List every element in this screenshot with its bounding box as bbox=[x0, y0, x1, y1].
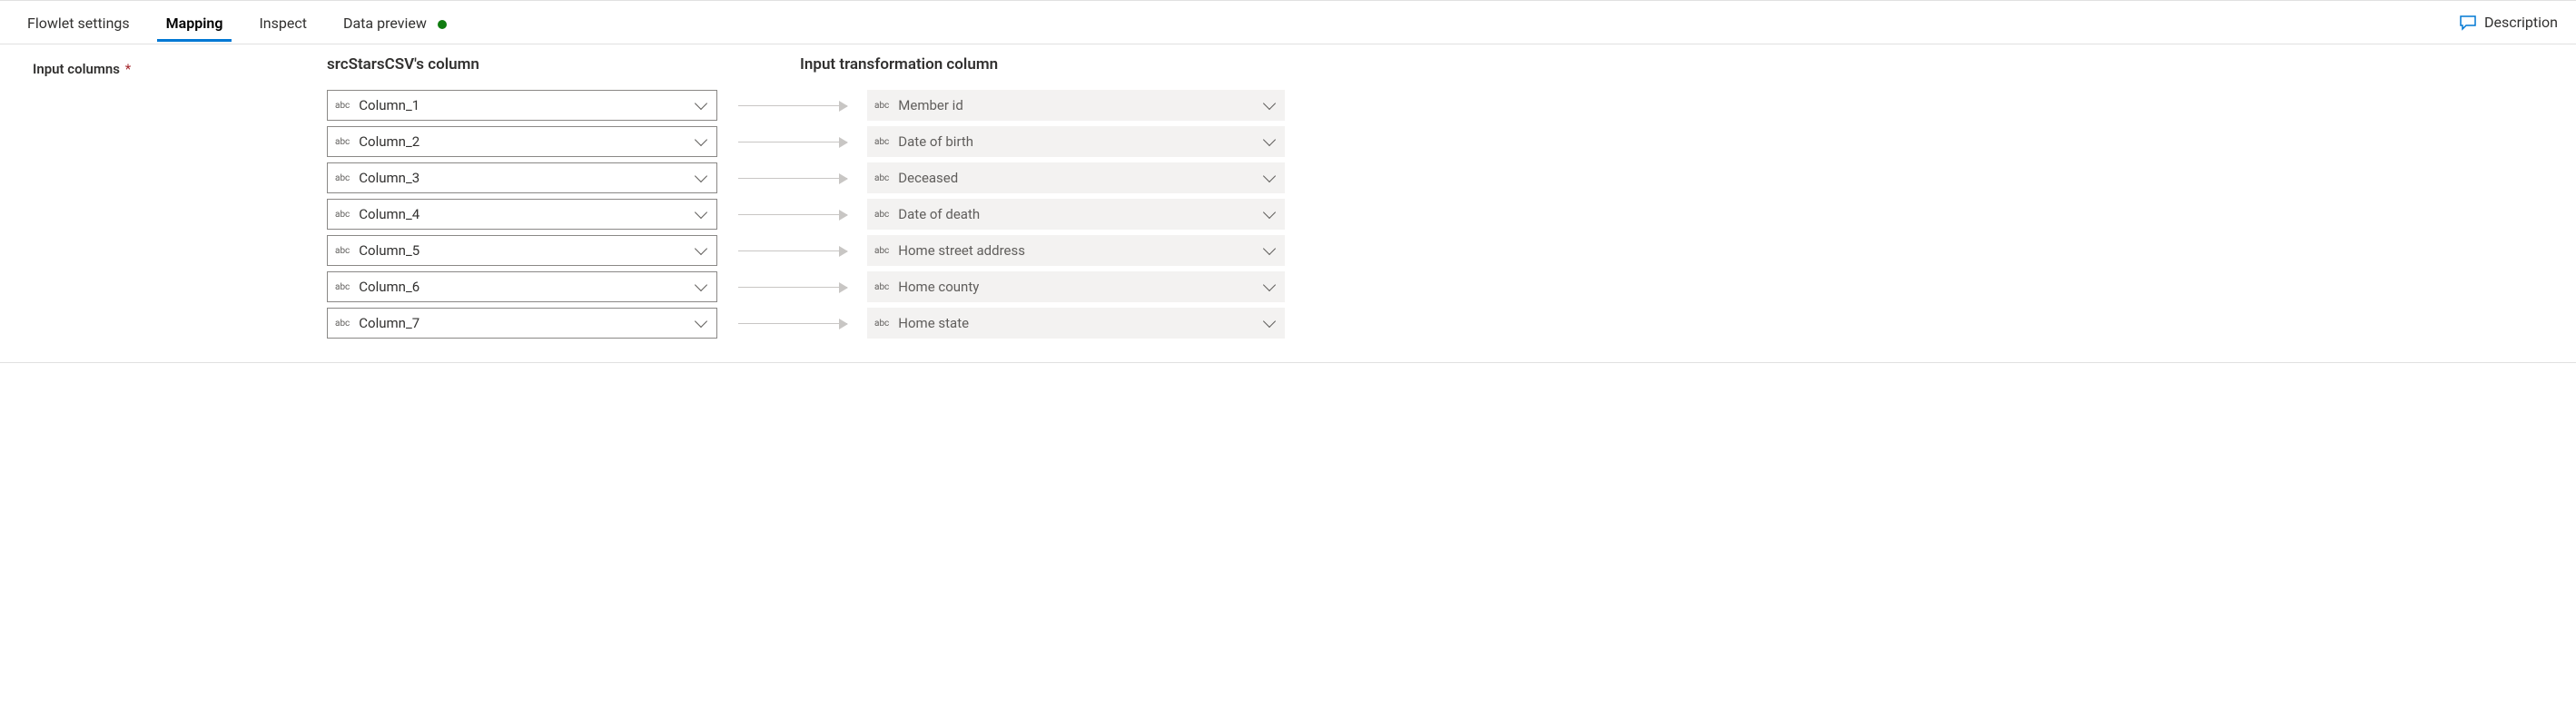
source-column-value: Column_3 bbox=[359, 170, 696, 186]
arrow-right-icon bbox=[738, 214, 847, 215]
tab-data-preview-label: Data preview bbox=[343, 15, 427, 32]
mapping-headers: srcStarsCSV's column Input transformatio… bbox=[245, 55, 2540, 74]
target-column-dropdown[interactable]: abc Home street address bbox=[867, 235, 1285, 266]
arrow-right-icon bbox=[738, 323, 847, 324]
tab-data-preview[interactable]: Data preview bbox=[325, 4, 465, 41]
type-indicator: abc bbox=[874, 137, 889, 147]
mapping-panel: Flowlet settings Mapping Inspect Data pr… bbox=[0, 0, 2576, 363]
comment-icon bbox=[2459, 15, 2477, 31]
source-column-dropdown[interactable]: abc Column_4 bbox=[327, 199, 717, 230]
data-preview-status-dot bbox=[438, 20, 447, 29]
target-column-value: Date of death bbox=[898, 206, 1265, 222]
arrow-right-icon bbox=[738, 287, 847, 288]
type-indicator: abc bbox=[335, 101, 350, 111]
type-indicator: abc bbox=[874, 210, 889, 220]
mapping-arrow-cell bbox=[717, 323, 867, 324]
target-column-dropdown[interactable]: abc Home county bbox=[867, 271, 1285, 302]
chevron-down-icon bbox=[1263, 206, 1276, 219]
source-column-header: srcStarsCSV's column bbox=[245, 55, 645, 74]
target-column-value: Date of birth bbox=[898, 133, 1265, 150]
chevron-down-icon bbox=[1263, 133, 1276, 146]
target-column-dropdown[interactable]: abc Date of death bbox=[867, 199, 1285, 230]
chevron-down-icon bbox=[1263, 279, 1276, 291]
mapping-arrow-cell bbox=[717, 178, 867, 179]
target-column-header: Input transformation column bbox=[795, 55, 1212, 74]
mapping-body: Input columns * srcStarsCSV's column Inp… bbox=[0, 44, 2576, 362]
description-button[interactable]: Description bbox=[2450, 14, 2567, 31]
arrow-right-icon bbox=[738, 105, 847, 106]
type-indicator: abc bbox=[874, 173, 889, 183]
source-column-value: Column_4 bbox=[359, 206, 696, 222]
arrow-right-icon bbox=[738, 250, 847, 251]
mapping-arrow-cell bbox=[717, 287, 867, 288]
type-indicator: abc bbox=[335, 173, 350, 183]
type-indicator: abc bbox=[874, 101, 889, 111]
target-column-dropdown[interactable]: abc Deceased bbox=[867, 162, 1285, 193]
tabs-row: Flowlet settings Mapping Inspect Data pr… bbox=[0, 1, 2576, 44]
source-column-value: Column_2 bbox=[359, 133, 696, 150]
tab-flowlet-settings[interactable]: Flowlet settings bbox=[9, 4, 148, 41]
target-column-value: Home state bbox=[898, 315, 1265, 331]
source-column-dropdown[interactable]: abc Column_5 bbox=[327, 235, 717, 266]
mapping-row: abc Column_7 abc Home state bbox=[245, 308, 2540, 339]
target-column-value: Member id bbox=[898, 97, 1265, 113]
tab-mapping[interactable]: Mapping bbox=[148, 4, 242, 41]
source-column-dropdown[interactable]: abc Column_6 bbox=[327, 271, 717, 302]
type-indicator: abc bbox=[335, 137, 350, 147]
chevron-down-icon bbox=[695, 279, 707, 291]
mapping-row: abc Column_6 abc Home county bbox=[245, 271, 2540, 302]
type-indicator: abc bbox=[874, 282, 889, 292]
mapping-area: srcStarsCSV's column Input transformatio… bbox=[245, 55, 2576, 362]
chevron-down-icon bbox=[1263, 315, 1276, 328]
chevron-down-icon bbox=[695, 170, 707, 182]
description-label: Description bbox=[2484, 14, 2558, 31]
target-column-value: Deceased bbox=[898, 170, 1265, 186]
required-indicator: * bbox=[125, 61, 131, 77]
source-column-value: Column_1 bbox=[359, 97, 696, 113]
chevron-down-icon bbox=[695, 206, 707, 219]
source-column-dropdown[interactable]: abc Column_3 bbox=[327, 162, 717, 193]
mapping-row: abc Column_3 abc Deceased bbox=[245, 162, 2540, 193]
chevron-down-icon bbox=[1263, 97, 1276, 110]
source-column-dropdown[interactable]: abc Column_7 bbox=[327, 308, 717, 339]
source-column-value: Column_7 bbox=[359, 315, 696, 331]
mapping-row: abc Column_2 abc Date of birth bbox=[245, 126, 2540, 157]
input-columns-label: Input columns * bbox=[0, 55, 245, 362]
chevron-down-icon bbox=[695, 242, 707, 255]
mapping-arrow-cell bbox=[717, 105, 867, 106]
mapping-row: abc Column_5 abc Home street address bbox=[245, 235, 2540, 266]
chevron-down-icon bbox=[695, 97, 707, 110]
mapping-row: abc Column_1 abc Member id bbox=[245, 90, 2540, 121]
source-column-dropdown[interactable]: abc Column_2 bbox=[327, 126, 717, 157]
target-column-dropdown[interactable]: abc Date of birth bbox=[867, 126, 1285, 157]
mapping-arrow-cell bbox=[717, 214, 867, 215]
type-indicator: abc bbox=[874, 319, 889, 329]
type-indicator: abc bbox=[335, 246, 350, 256]
mapping-rows: abcColumn_1abcMember idabcColumn_2abcDat… bbox=[245, 90, 2540, 344]
chevron-down-icon bbox=[695, 133, 707, 146]
chevron-down-icon bbox=[1263, 170, 1276, 182]
type-indicator: abc bbox=[335, 282, 350, 292]
target-column-dropdown[interactable]: abc Member id bbox=[867, 90, 1285, 121]
source-column-value: Column_5 bbox=[359, 242, 696, 259]
input-columns-label-text: Input columns bbox=[33, 61, 120, 77]
tab-inspect[interactable]: Inspect bbox=[241, 4, 325, 41]
type-indicator: abc bbox=[335, 210, 350, 220]
mapping-row: abc Column_4 abc Date of death bbox=[245, 199, 2540, 230]
target-column-value: Home county bbox=[898, 279, 1265, 295]
chevron-down-icon bbox=[695, 315, 707, 328]
source-column-value: Column_6 bbox=[359, 279, 696, 295]
source-column-dropdown[interactable]: abc Column_1 bbox=[327, 90, 717, 121]
type-indicator: abc bbox=[335, 319, 350, 329]
arrow-right-icon bbox=[738, 178, 847, 179]
target-column-dropdown[interactable]: abc Home state bbox=[867, 308, 1285, 339]
mapping-arrow-cell bbox=[717, 250, 867, 251]
chevron-down-icon bbox=[1263, 242, 1276, 255]
target-column-value: Home street address bbox=[898, 242, 1265, 259]
type-indicator: abc bbox=[874, 246, 889, 256]
